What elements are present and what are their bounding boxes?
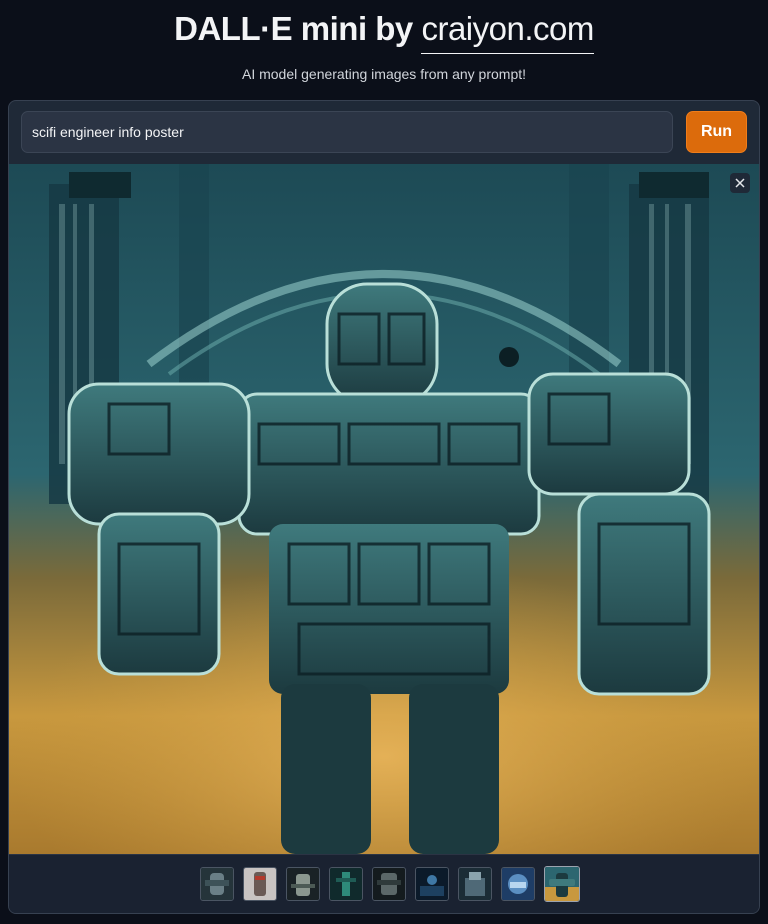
thumbnail-7[interactable] [458, 867, 492, 901]
thumbnail-4[interactable] [329, 867, 363, 901]
thumbnail-5[interactable] [372, 867, 406, 901]
thumbnail-1[interactable] [200, 867, 234, 901]
craiyon-link[interactable]: craiyon.com [421, 10, 594, 54]
page-subtitle: AI model generating images from any prom… [241, 66, 527, 82]
thumbnail-9-selected[interactable] [544, 866, 580, 902]
close-preview-button[interactable] [730, 173, 750, 193]
thumbnail-6[interactable] [415, 867, 449, 901]
page: DALL·E mini by craiyon.com AI model gene… [0, 0, 768, 924]
generator-panel: Run [8, 100, 760, 914]
thumbnail-8[interactable] [501, 867, 535, 901]
thumbnail-2[interactable] [243, 867, 277, 901]
title-prefix: DALL·E mini by [174, 10, 422, 47]
close-icon [735, 178, 745, 188]
prompt-input[interactable] [21, 111, 673, 153]
generated-image [9, 164, 759, 854]
thumbnail-strip [9, 854, 759, 913]
image-preview [9, 164, 759, 854]
page-title: DALL·E mini by craiyon.com [0, 10, 768, 54]
run-button[interactable]: Run [686, 111, 747, 153]
thumbnail-3[interactable] [286, 867, 320, 901]
